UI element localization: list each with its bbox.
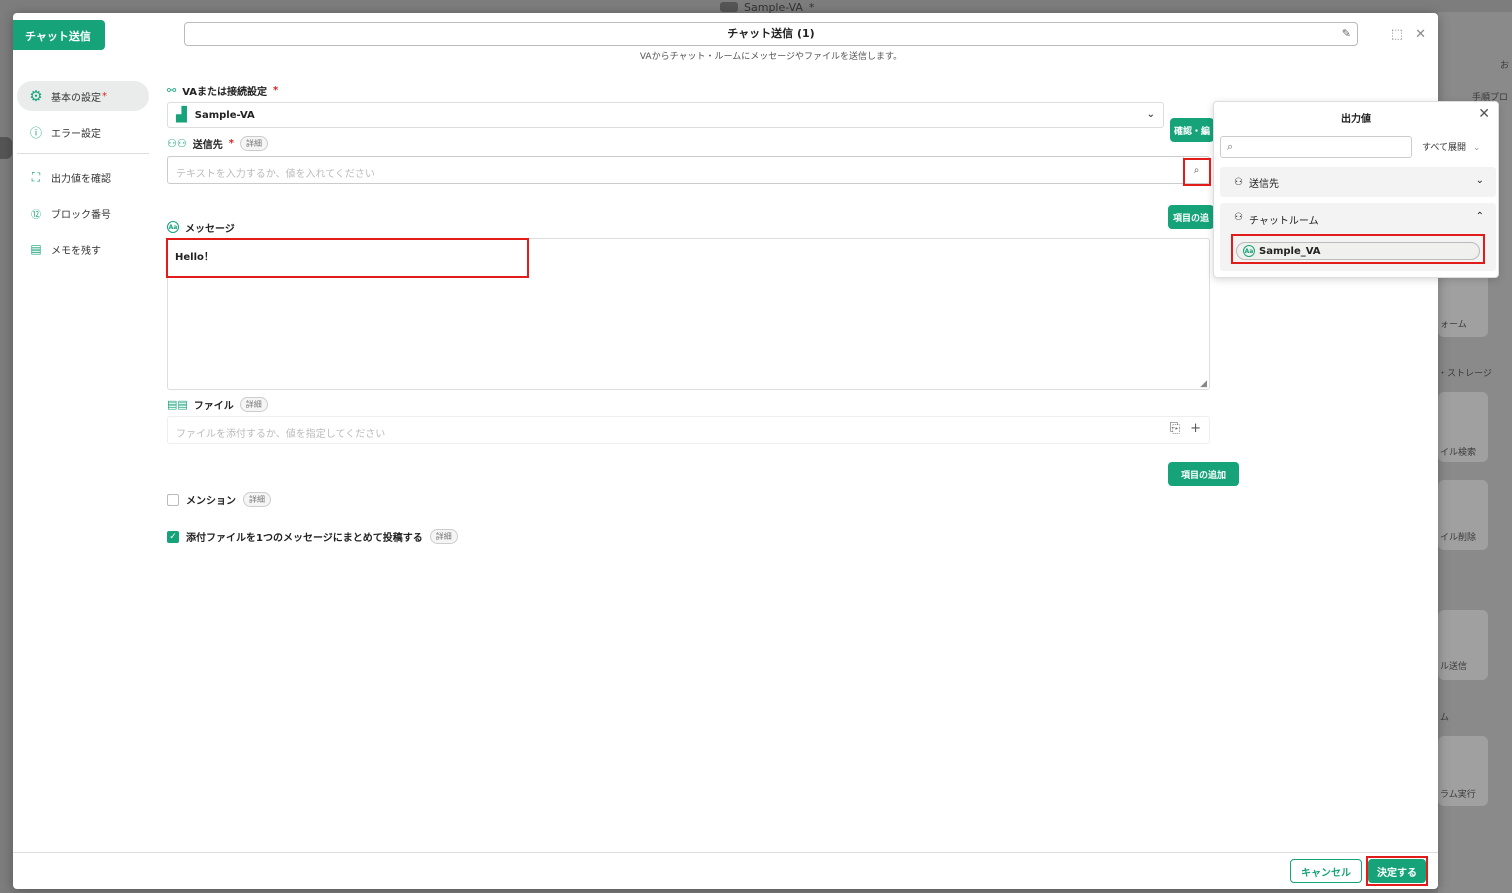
highlight-box (1183, 158, 1211, 186)
cancel-button[interactable]: キャンセル (1290, 859, 1362, 883)
resize-handle-icon[interactable]: ◢ (1200, 379, 1207, 389)
file-label: ▤▤ ファイル 詳細 (167, 395, 1227, 413)
file-label-text: ファイル (193, 400, 234, 412)
add-item-button[interactable]: 項目の追加 (1168, 462, 1239, 486)
add-item-button[interactable]: 項目の追 (1168, 205, 1214, 229)
modal-window-controls: ⬚ ✕ (1391, 27, 1426, 42)
chevron-down-icon: ⌄ (1146, 109, 1155, 120)
sidebar-item-label: ブロック番号 (51, 209, 111, 221)
background-panel-handle[interactable] (0, 137, 12, 159)
recipient-input[interactable]: テキストを入力するか、値を入れてください ⌕ (167, 156, 1210, 184)
plus-icon[interactable]: + (1190, 421, 1201, 436)
settings-form: ⚯ VAまたは接続設定 * ▟ Sample-VA ⌄ 確認・編 ⚇⚇ 送信先 … (167, 81, 1239, 544)
memo-icon: ▤ (30, 242, 42, 256)
recipient-placeholder: テキストを入力するか、値を入れてください (176, 169, 375, 180)
close-icon[interactable]: ✕ (1415, 27, 1426, 42)
expand-all-toggle[interactable]: すべて展開 ⌄ (1422, 140, 1480, 153)
sidebar-divider (17, 153, 149, 154)
block-type-tag: チャット送信 (13, 20, 105, 50)
required-mark: * (273, 84, 279, 96)
block-title-input[interactable]: チャット送信 (1) ✎ (184, 22, 1358, 46)
group-variable-icon: ⚇⚇ (167, 136, 187, 150)
chevron-up-icon: ⌃ (1475, 211, 1484, 222)
bundle-attachments-label: 添付ファイルを1つのメッセージにまとめて投稿する (186, 533, 423, 544)
number-circle-icon: ⑫ (31, 209, 41, 221)
section-recipient[interactable]: ⚇ 送信先 ⌄ (1220, 167, 1496, 197)
expand-all-label: すべて展開 (1422, 143, 1467, 153)
va-logo-icon: ▟ (176, 107, 187, 123)
detail-chip[interactable]: 詳細 (243, 492, 271, 507)
recipient-label: ⚇⚇ 送信先 * 詳細 (167, 134, 1227, 152)
bundle-attachments-checkbox[interactable]: ✓ (167, 530, 179, 543)
chevron-down-icon: ⌄ (1472, 143, 1481, 153)
highlight-box (1231, 234, 1485, 264)
sidebar-item-label: 基本の設定 (51, 92, 101, 104)
block-title-text: チャット送信 (1) (727, 27, 815, 40)
sidebar-item-check-output[interactable]: ⛶ 出力値を確認 (17, 162, 149, 192)
detail-chip[interactable]: 詳細 (429, 529, 458, 544)
bg-label: ム (1440, 713, 1450, 723)
bg-label: イル検索 (1440, 448, 1477, 458)
message-label: Aa メッセージ (167, 218, 1227, 236)
file-input[interactable]: ファイルを添付するか、値を指定してください ⎘ + (167, 416, 1210, 444)
bg-label: ・ストレージ (1438, 369, 1492, 379)
sidebar-item-error-settings[interactable]: ⓘ エラー設定 (17, 117, 149, 147)
close-icon[interactable]: ✕ (1478, 106, 1490, 122)
select-area-icon[interactable]: ⬚ (1391, 27, 1403, 42)
sidebar-item-basic-settings[interactable]: ⚙ 基本の設定 * (17, 81, 149, 111)
sidebar-item-label: 出力値を確認 (51, 173, 111, 185)
highlight-box (166, 238, 529, 278)
mention-row: メンション 詳細 (167, 492, 1227, 507)
link-icon: ⚯ (167, 83, 177, 97)
section-label: 送信先 (1248, 178, 1279, 190)
popover-search-input[interactable]: ⌕ (1220, 136, 1412, 158)
required-mark: * (102, 90, 107, 102)
bg-label: ォーム (1440, 320, 1467, 330)
gear-icon: ⚙ (29, 87, 43, 105)
bracket-frame-icon: ⛶ (31, 169, 41, 184)
connection-label-text: VAまたは接続設定 (182, 86, 268, 98)
recipient-label-text: 送信先 (192, 139, 223, 151)
connection-value: Sample-VA (194, 109, 255, 121)
detail-chip[interactable]: 詳細 (239, 135, 268, 151)
alert-circle-icon: ⓘ (29, 125, 42, 140)
popover-title: 出力値 (1341, 114, 1371, 125)
connection-select[interactable]: ▟ Sample-VA ⌄ (167, 102, 1164, 128)
message-label-text: メッセージ (185, 223, 235, 235)
file-placeholder: ファイルを添付するか、値を指定してください (176, 429, 386, 440)
modal-footer: キャンセル 決定する (13, 852, 1438, 889)
section-label: チャットルーム (1248, 216, 1319, 227)
confirm-edit-button[interactable]: 確認・編 (1170, 118, 1214, 142)
bg-label: ラム実行 (1440, 790, 1476, 800)
connection-label: ⚯ VAまたは接続設定 * (167, 81, 1227, 99)
block-description: VAからチャット・ルームにメッセージやファイルを送信します。 (639, 52, 903, 62)
chevron-down-icon: ⌄ (1475, 175, 1484, 186)
background-flow-title: Sample-VA * (720, 0, 860, 14)
required-mark: * (228, 137, 234, 149)
group-icon: ⚇ (1234, 212, 1243, 223)
sidebar-item-label: メモを残す (51, 245, 101, 257)
mention-label: メンション (186, 496, 236, 507)
file-variable-icon: ▤▤ (167, 397, 188, 411)
sidebar-item-label: エラー設定 (51, 128, 101, 140)
sidebar-item-block-number[interactable]: ⑫ ブロック番号 (17, 198, 149, 228)
settings-sidebar: ⚙ 基本の設定 * ⓘ エラー設定 ⛶ 出力値を確認 ⑫ ブロック番号 ▤ メモを… (13, 81, 153, 270)
highlight-box (1366, 856, 1428, 886)
background-asterisk: * (808, 0, 815, 14)
bg-label: お (1500, 61, 1510, 71)
sidebar-item-memo[interactable]: ▤ メモを残す (17, 234, 149, 264)
paperclip-icon[interactable]: ⎘ (1170, 421, 1180, 436)
mention-checkbox[interactable] (167, 493, 179, 506)
bg-label: ル送信 (1440, 662, 1468, 672)
text-type-icon: Aa (167, 221, 179, 233)
robot-icon (720, 2, 738, 12)
pencil-icon[interactable]: ✎ (1342, 23, 1351, 45)
file-tools: ⎘ + (1170, 421, 1201, 436)
bundle-attachments-row: ✓ 添付ファイルを1つのメッセージにまとめて投稿する 詳細 (167, 529, 1227, 544)
search-icon: ⌕ (1227, 140, 1234, 153)
detail-chip[interactable]: 詳細 (239, 396, 268, 412)
bg-label: イル削除 (1440, 533, 1477, 543)
background-title: Sample-VA (744, 0, 803, 14)
group-icon: ⚇ (1234, 176, 1243, 188)
